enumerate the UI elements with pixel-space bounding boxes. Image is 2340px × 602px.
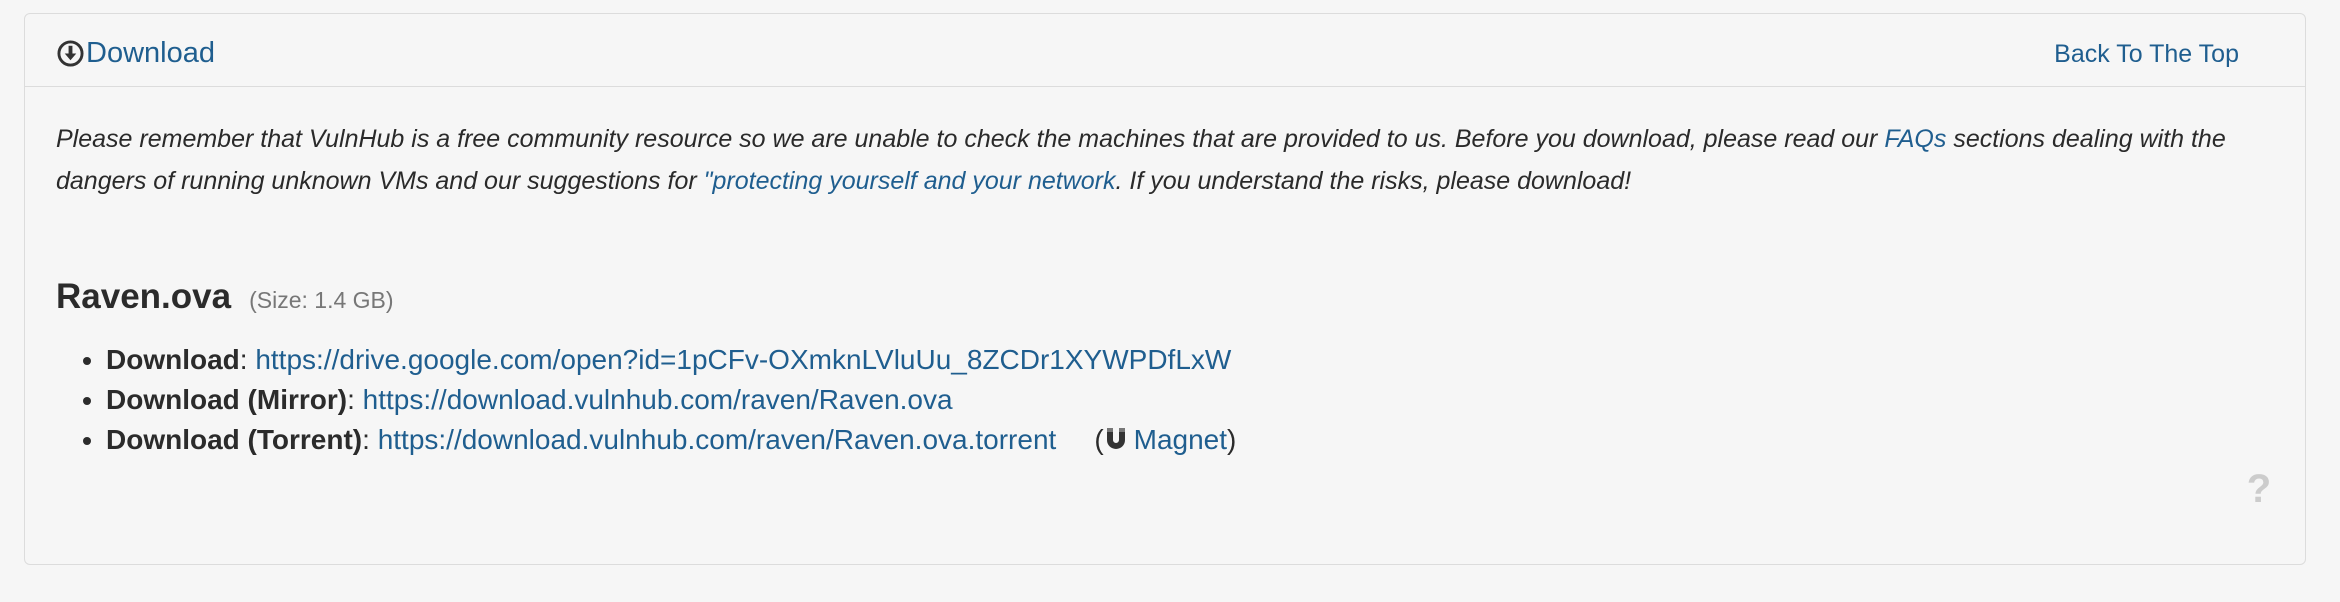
magnet-icon [1106,428,1125,449]
question-icon[interactable]: ? [2241,469,2277,509]
label-separator: : [347,384,363,415]
label-separator: : [362,424,378,455]
magnet-label: Magnet [1133,424,1228,455]
download-item-primary: Download: https://drive.google.com/open?… [106,340,1236,380]
download-url-link[interactable]: https://drive.google.com/open?id=1pCFv-O… [255,344,1231,375]
notice-text-part-3: . If you understand the risks, please do… [1115,167,1632,195]
torrent-url-link[interactable]: https://download.vulnhub.com/raven/Raven… [378,424,1057,455]
download-mirror-label: Download (Mirror) [106,384,348,415]
mirror-url-link[interactable]: https://download.vulnhub.com/raven/Raven… [363,384,953,415]
file-name: Raven.ova [56,277,232,316]
download-torrent-label: Download (Torrent) [106,424,363,455]
magnet-link[interactable]: Magnet [1104,424,1227,455]
label-separator: : [239,344,256,375]
panel-heading: Download Back To The Top [25,14,2305,87]
faq-link[interactable]: FAQs [1884,125,1946,153]
download-panel: Download Back To The Top Please remember… [24,13,2306,565]
download-list: Download: https://drive.google.com/open?… [56,340,1236,460]
close-paren: ) [1227,424,1237,455]
file-title: Raven.ova (Size: 1.4 GB) [56,277,394,317]
protect-yourself-link[interactable]: "protecting yourself and your network [704,167,1116,195]
download-label: Download [106,344,240,375]
download-item-torrent: Download (Torrent): https://download.vul… [106,420,1236,460]
open-paren: ( [1094,424,1104,455]
download-item-mirror: Download (Mirror): https://download.vuln… [106,380,1236,420]
download-heading-link[interactable]: Download [57,35,215,71]
file-size: (Size: 1.4 GB) [249,287,394,313]
notice-text: Please remember that VulnHub is a free c… [56,87,2271,202]
download-heading-label: Download [86,37,215,69]
notice-text-part-1: Please remember that VulnHub is a free c… [56,125,1885,153]
back-to-top-link[interactable]: Back To The Top [2054,38,2239,70]
panel-body: Please remember that VulnHub is a free c… [56,87,2271,455]
download-circle-icon [57,39,84,67]
magnet-wrap: ( Magnet) [1094,424,1236,455]
